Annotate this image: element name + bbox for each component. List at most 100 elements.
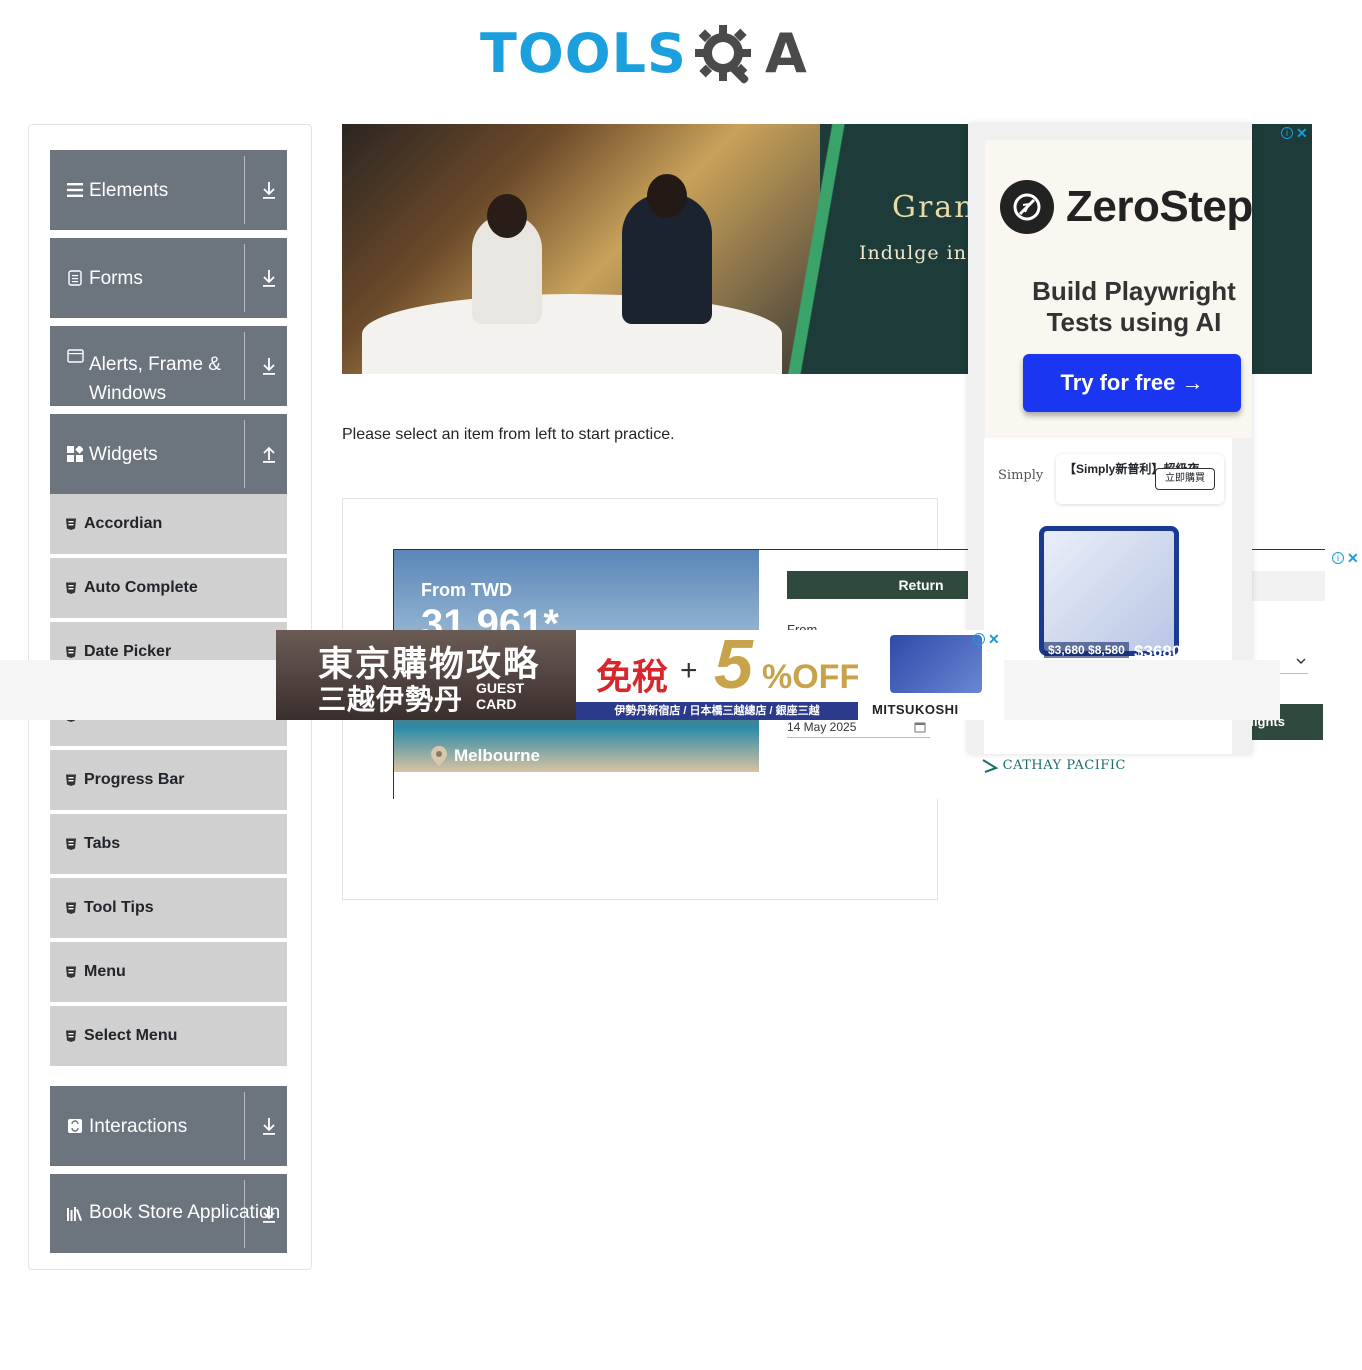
- menu-item-label: Date Picker: [84, 643, 172, 660]
- divider: [244, 1180, 245, 1248]
- group-header-widgets[interactable]: Widgets: [50, 414, 287, 494]
- banner-title: Gran: [892, 190, 976, 225]
- try-for-free-button[interactable]: Try for free →: [1023, 354, 1241, 412]
- menu-item-progress-bar[interactable]: Progress Bar: [50, 750, 287, 812]
- info-icon[interactable]: i: [1332, 552, 1344, 564]
- menu-item-tool-tips[interactable]: Tool Tips: [50, 878, 287, 940]
- group-label: Alerts, Frame & Windows: [89, 354, 221, 404]
- overlay-bar-left: [0, 660, 276, 720]
- mitsukoshi-brand: MITSUKOSHI ISETAN: [872, 702, 959, 720]
- divider: [244, 1092, 245, 1160]
- widgets-icon: [66, 445, 84, 463]
- flight-city: Melbourne: [430, 745, 540, 767]
- tax-free-text: 免稅: [596, 656, 669, 697]
- group-header-interactions[interactable]: Interactions: [50, 1086, 287, 1166]
- divider: [244, 420, 245, 488]
- price-compare: $3,680 $8,580: [1044, 642, 1129, 658]
- green-stripe: [782, 124, 862, 374]
- banner-subtitle: Indulge in: [859, 242, 967, 264]
- group-label: Widgets: [89, 443, 158, 465]
- divider: [244, 332, 245, 400]
- practice-instruction: Please select an item from left to start…: [342, 426, 675, 443]
- html5-icon: [65, 838, 77, 851]
- group-label: Elements: [89, 179, 169, 201]
- menu-item-select-menu[interactable]: Select Menu: [50, 1006, 287, 1068]
- html5-icon: [65, 902, 77, 915]
- group-header-alerts[interactable]: Alerts, Frame & Windows: [50, 326, 287, 406]
- man-head: [647, 174, 687, 218]
- toolsqa-logo[interactable]: TOOLS A: [480, 16, 807, 92]
- guest-card-label: GUEST CARD: [476, 680, 525, 712]
- zerostep-logo: ZeroStep: [1000, 180, 1252, 234]
- group-header-forms[interactable]: Forms: [50, 238, 287, 318]
- group-label: Interactions: [89, 1115, 188, 1137]
- calendar-icon[interactable]: [914, 721, 926, 733]
- info-icon[interactable]: i: [1281, 127, 1293, 139]
- hamburger-icon: [66, 181, 84, 199]
- menu-item-label: Tabs: [84, 835, 121, 852]
- brushwing-icon: [982, 758, 999, 773]
- expand-arrow-icon[interactable]: [260, 268, 278, 288]
- menu-item-label: Tool Tips: [84, 899, 154, 916]
- expand-arrow-icon[interactable]: [260, 1116, 278, 1136]
- html5-icon: [65, 646, 77, 659]
- html5-icon: [65, 774, 77, 787]
- chevron-down-icon: [1296, 658, 1306, 664]
- html5-icon: [65, 518, 77, 531]
- logo-text-a: A: [764, 22, 807, 85]
- close-icon[interactable]: ✕: [1296, 126, 1308, 140]
- buy-now-button[interactable]: 立即購買: [1155, 468, 1215, 490]
- html5-icon: [65, 966, 77, 979]
- logo-text-tools: TOOLS: [480, 22, 687, 85]
- simply-logo: Simply: [998, 468, 1044, 483]
- ad-choices-badge[interactable]: i ✕: [1281, 126, 1311, 140]
- cathay-pacific-logo: CATHAY PACIFIC: [982, 758, 1126, 773]
- group-header-book-store[interactable]: Book Store Application: [50, 1174, 287, 1253]
- zerostep-card[interactable]: ZeroStep Build Playwright Tests using AI…: [985, 140, 1252, 438]
- menu-item-menu[interactable]: Menu: [50, 942, 287, 1004]
- divider: [244, 156, 245, 224]
- zerostep-logo-icon: [1000, 180, 1054, 234]
- mitsukoshi-isetan-ad[interactable]: 東京購物攻略 三越伊勢丹 GUEST CARD 免稅 + 5 %OFF 伊勢丹新…: [276, 630, 1004, 720]
- menu-item-tabs[interactable]: Tabs: [50, 814, 287, 876]
- tokyo-subtitle: 三越伊勢丹: [318, 684, 464, 715]
- product-image: [1039, 526, 1179, 656]
- expand-arrow-icon[interactable]: [260, 356, 278, 376]
- city-name: Melbourne: [454, 746, 540, 765]
- menu-item-auto-complete[interactable]: Auto Complete: [50, 558, 287, 620]
- discount-number: 5: [714, 630, 753, 703]
- overlay-bar-right: [1004, 660, 1280, 720]
- guest-card-image: [890, 635, 982, 693]
- menu-item-label: Select Menu: [84, 1027, 178, 1044]
- flight-from-label: From TWD: [421, 580, 512, 600]
- page: TOOLS A Elements Forms Alerts, Frame & W…: [0, 0, 1362, 1370]
- gear-magnifier-icon: [691, 19, 761, 89]
- menu-item-label: Menu: [84, 963, 126, 980]
- tokyo-left-panel: 東京購物攻略 三越伊勢丹 GUEST CARD: [276, 630, 576, 720]
- discount-off: %OFF: [762, 658, 861, 696]
- menu-item-accordian[interactable]: Accordian: [50, 494, 287, 556]
- expand-arrow-icon[interactable]: [260, 180, 278, 200]
- store-list: 伊勢丹新宿店 / 日本橋三越總店 / 銀座三越: [576, 702, 858, 720]
- group-label: Book Store Application: [89, 1202, 281, 1223]
- document-icon: [66, 269, 84, 287]
- info-icon[interactable]: i: [973, 633, 985, 645]
- collapse-arrow-icon[interactable]: [260, 444, 278, 464]
- divider: [244, 244, 245, 312]
- departure-date-field[interactable]: 14 May 2025: [787, 720, 930, 738]
- close-icon[interactable]: ✕: [988, 632, 1000, 646]
- expand-arrow-icon[interactable]: [260, 1204, 278, 1224]
- restaurant-photo: [342, 124, 820, 374]
- menu-item-label: Progress Bar: [84, 771, 185, 788]
- ad-choices-badge[interactable]: i ✕: [973, 632, 1003, 646]
- price-big: $3680: [1134, 642, 1182, 661]
- group-label: Forms: [89, 267, 143, 289]
- ad-choices-badge[interactable]: i ✕: [1332, 551, 1362, 565]
- group-header-elements[interactable]: Elements: [50, 150, 287, 230]
- close-icon[interactable]: ✕: [1347, 551, 1359, 565]
- zerostep-brand: ZeroStep: [1066, 182, 1252, 231]
- table-shape: [362, 294, 782, 374]
- location-pin-icon: [431, 746, 447, 766]
- html5-icon: [65, 582, 77, 595]
- zerostep-tagline: Build Playwright Tests using AI: [1032, 276, 1236, 337]
